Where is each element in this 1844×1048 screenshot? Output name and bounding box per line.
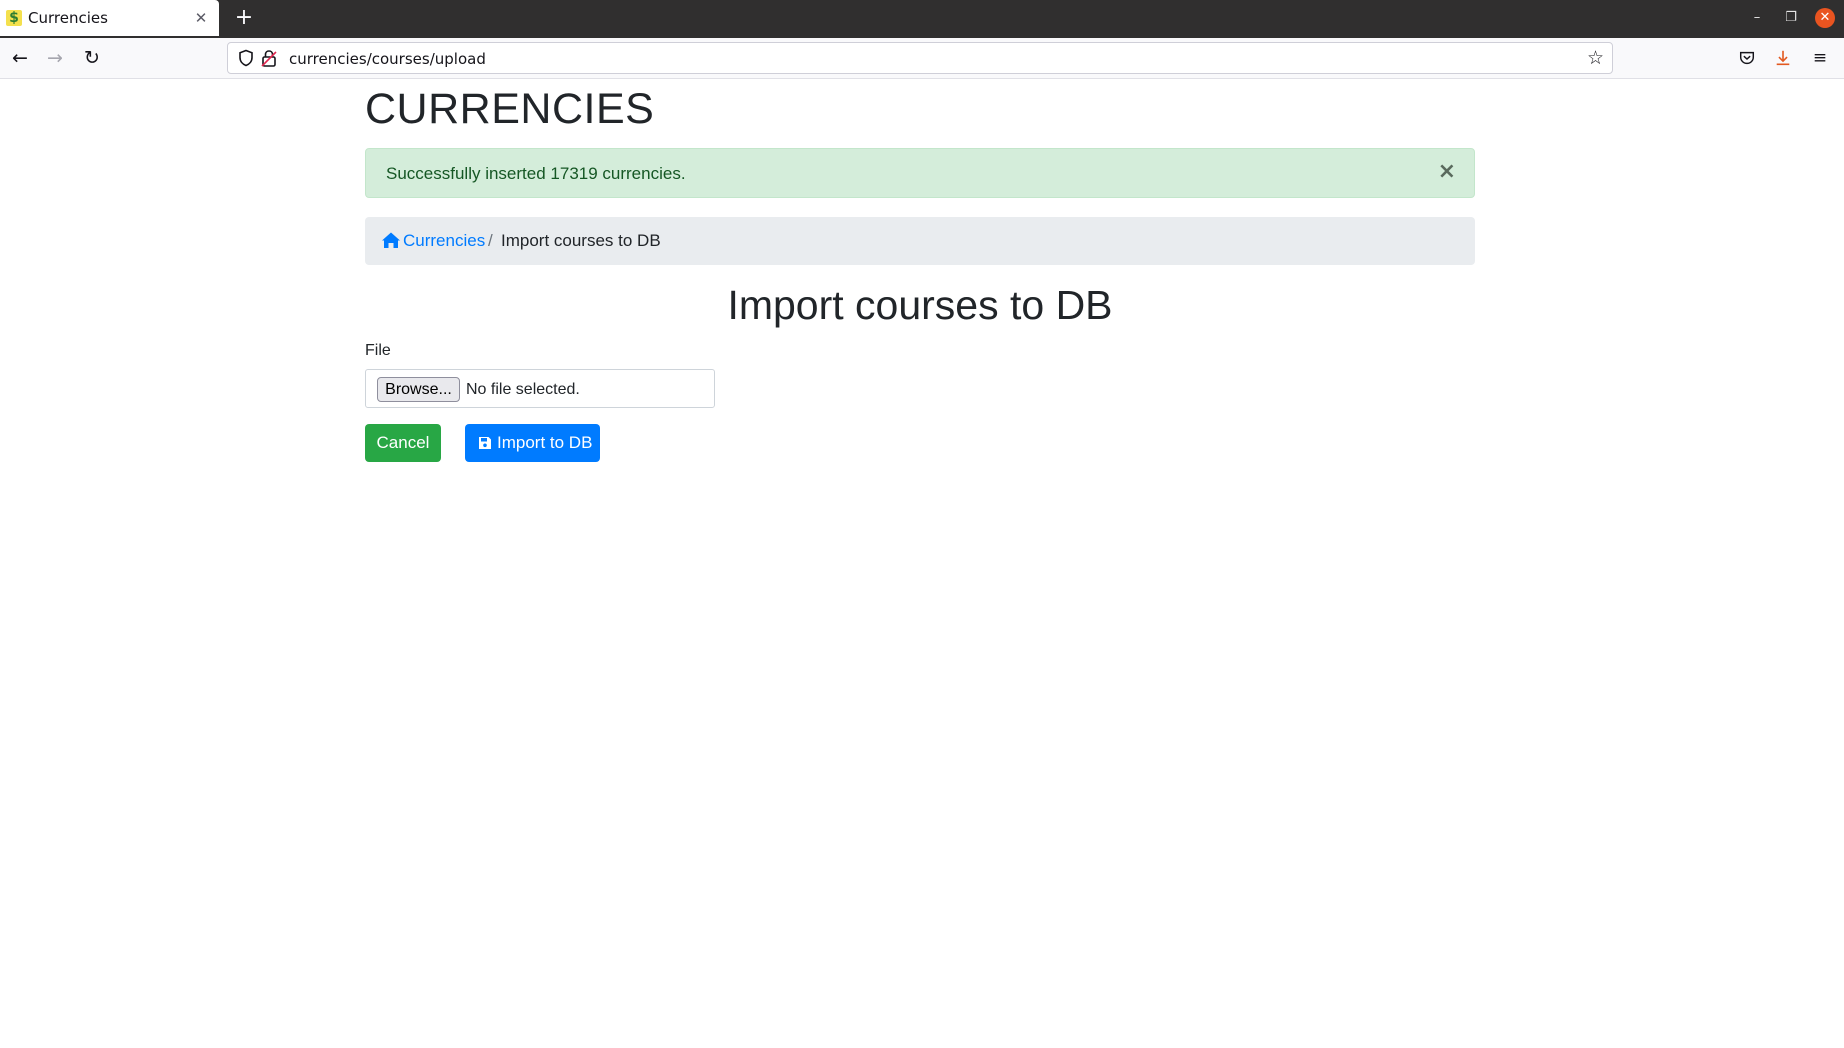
forward-arrow-icon[interactable]: → bbox=[43, 46, 67, 70]
restore-icon[interactable]: ❐ bbox=[1781, 8, 1801, 28]
dollar-favicon-icon: $ bbox=[6, 10, 22, 26]
window-close-icon[interactable]: ✕ bbox=[1815, 8, 1835, 28]
browse-button[interactable]: Browse... bbox=[377, 377, 460, 402]
breadcrumb-current: Import courses to DB bbox=[501, 231, 661, 250]
save-icon bbox=[479, 437, 491, 449]
url-bar[interactable]: currencies/courses/upload ☆ bbox=[227, 42, 1613, 74]
pocket-icon[interactable] bbox=[1735, 46, 1759, 70]
browser-tab[interactable]: $ Currencies ✕ bbox=[0, 0, 219, 36]
file-input[interactable]: Browse... No file selected. bbox=[365, 369, 715, 408]
import-button-label: Import to DB bbox=[497, 433, 593, 452]
file-status: No file selected. bbox=[466, 381, 580, 398]
shield-icon[interactable] bbox=[237, 49, 255, 67]
browser-tab-bar: $ Currencies ✕ + – ❐ ✕ bbox=[0, 0, 1844, 38]
tab-title: Currencies bbox=[28, 9, 108, 27]
home-icon[interactable] bbox=[381, 231, 401, 249]
tab-close-icon[interactable]: ✕ bbox=[191, 8, 211, 28]
breadcrumb-home-link[interactable]: Currencies bbox=[403, 231, 485, 251]
new-tab-icon[interactable]: + bbox=[232, 6, 256, 30]
back-arrow-icon[interactable]: ← bbox=[8, 46, 32, 70]
download-icon[interactable] bbox=[1771, 46, 1795, 70]
breadcrumb: Currencies / Import courses to DB bbox=[365, 217, 1475, 265]
breadcrumb-separator: / bbox=[488, 231, 493, 250]
alert-message: Successfully inserted 17319 currencies. bbox=[386, 164, 686, 183]
file-label: File bbox=[365, 342, 391, 359]
url-text[interactable]: currencies/courses/upload bbox=[289, 50, 486, 68]
menu-icon[interactable]: ≡ bbox=[1808, 46, 1832, 70]
reload-icon[interactable]: ↻ bbox=[80, 46, 104, 70]
import-button[interactable]: Import to DB bbox=[465, 424, 600, 462]
page-title: Import courses to DB bbox=[727, 282, 1113, 328]
lock-icon[interactable] bbox=[261, 49, 277, 67]
cancel-button[interactable]: Cancel bbox=[365, 424, 441, 462]
success-alert: Successfully inserted 17319 currencies. … bbox=[365, 148, 1475, 198]
browser-nav-bar: ← → ↻ currencies/courses/upload ☆ ≡ bbox=[0, 38, 1844, 79]
alert-close-icon[interactable]: × bbox=[1438, 160, 1456, 184]
site-brand[interactable]: CURRENCIES bbox=[365, 84, 654, 134]
bookmark-star-icon[interactable]: ☆ bbox=[1587, 48, 1604, 68]
minimize-icon[interactable]: – bbox=[1747, 8, 1767, 28]
